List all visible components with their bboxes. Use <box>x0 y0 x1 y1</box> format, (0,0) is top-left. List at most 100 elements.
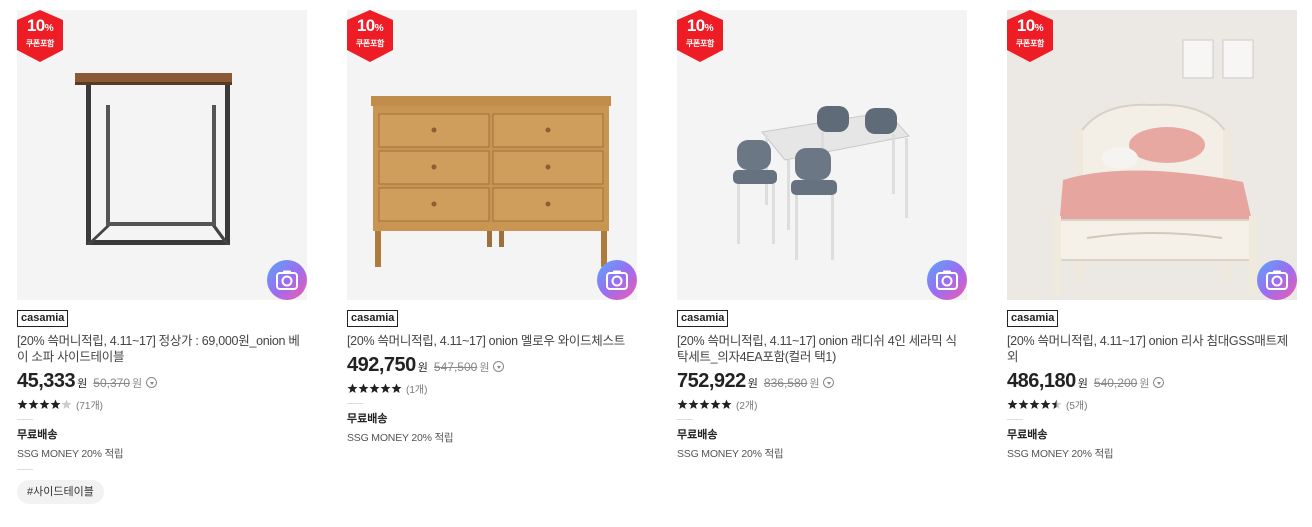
product-title[interactable]: [20% 쓱머니적립, 4.11~17] 정상가 : 69,000원_onion… <box>17 333 307 365</box>
original-price-unit: 원 <box>1139 378 1150 390</box>
sale-price: 45,333 <box>17 370 76 392</box>
original-price-unit: 원 <box>132 378 143 390</box>
coupon-badge: 10% 쿠폰포함 <box>347 10 393 62</box>
rating-stars <box>17 399 72 410</box>
price-unit: 원 <box>77 378 88 390</box>
star-icon <box>688 399 699 409</box>
star-icon <box>369 383 380 393</box>
brand-label[interactable]: casamia <box>17 310 69 327</box>
brand-label[interactable]: casamia <box>677 310 729 327</box>
review-count[interactable]: (71개) <box>76 397 103 412</box>
product-title[interactable]: [20% 쓱머니적립, 4.11~17] onion 래디쉬 4인 세라믹 식탁… <box>677 333 967 365</box>
review-count[interactable]: (2개) <box>736 397 757 412</box>
camera-icon <box>276 270 298 290</box>
star-icon <box>699 399 710 409</box>
product-grid: 10% 쿠폰포함 casamia [20% 쓱머니적립, 4.11~17] 정상… <box>17 10 1307 520</box>
product-card[interactable]: 10% 쿠폰포함 casamia [20% 쓱머니적립, 4.11~17] on… <box>1007 10 1297 461</box>
camera-button[interactable] <box>597 260 637 300</box>
star-icon <box>358 383 369 393</box>
price-row: 486,180 원 540,200 원 <box>1007 370 1297 394</box>
info-circle-icon[interactable] <box>1153 377 1165 388</box>
star-icon <box>380 383 391 393</box>
star-icon <box>721 399 732 409</box>
price-row: 752,922 원 836,580 원 <box>677 370 967 394</box>
star-icon <box>1007 399 1018 409</box>
brand-label[interactable]: casamia <box>347 310 399 327</box>
ssg-money-label: SSG MONEY 20% 적립 <box>677 448 784 460</box>
star-icon <box>1040 399 1051 409</box>
camera-button[interactable] <box>1257 260 1297 300</box>
sale-price: 486,180 <box>1007 370 1076 392</box>
divider <box>677 419 693 420</box>
star-icon <box>1018 399 1029 409</box>
star-icon <box>677 399 688 409</box>
rating-stars <box>1007 399 1062 410</box>
price-row: 492,750 원 547,500 원 <box>347 354 637 378</box>
product-image[interactable]: 10% 쿠폰포함 <box>347 10 637 300</box>
star-icon <box>50 399 61 409</box>
ssg-money-label: SSG MONEY 20% 적립 <box>347 432 454 444</box>
price-unit: 원 <box>747 378 758 390</box>
camera-icon <box>936 270 958 290</box>
original-price: 836,580 <box>763 376 808 390</box>
rating: (2개) <box>677 397 967 412</box>
product-card[interactable]: 10% 쿠폰포함 casamia [20% 쓱머니적립, 4.11~17] on… <box>677 10 967 461</box>
rating: (71개) <box>17 397 307 412</box>
camera-button[interactable] <box>927 260 967 300</box>
camera-button[interactable] <box>267 260 307 300</box>
camera-icon <box>1266 270 1288 290</box>
star-icon <box>347 383 358 393</box>
free-shipping-label: 무료배송 <box>17 429 58 441</box>
rating: (5개) <box>1007 397 1297 412</box>
price-unit: 원 <box>1077 378 1088 390</box>
star-icon <box>17 399 28 409</box>
review-count[interactable]: (5개) <box>1066 397 1087 412</box>
product-image[interactable]: 10% 쿠폰포함 <box>677 10 967 300</box>
coupon-label: 쿠폰포함 <box>25 39 55 48</box>
star-icon <box>28 399 39 409</box>
info-circle-icon[interactable] <box>823 377 835 388</box>
star-icon <box>1029 399 1040 409</box>
coupon-label: 쿠폰포함 <box>355 39 385 48</box>
review-count[interactable]: (1개) <box>406 381 427 396</box>
product-card[interactable]: 10% 쿠폰포함 casamia [20% 쓱머니적립, 4.11~17] on… <box>347 10 637 445</box>
coupon-label: 쿠폰포함 <box>1015 39 1045 48</box>
original-price: 547,500 <box>433 360 478 374</box>
product-card[interactable]: 10% 쿠폰포함 casamia [20% 쓱머니적립, 4.11~17] 정상… <box>17 10 307 504</box>
info-circle-icon[interactable] <box>146 377 158 388</box>
sale-price: 752,922 <box>677 370 746 392</box>
free-shipping-label: 무료배송 <box>677 429 718 441</box>
coupon-percent: 10 <box>686 16 705 35</box>
coupon-unit: % <box>374 23 384 34</box>
star-icon <box>391 383 402 393</box>
coupon-unit: % <box>1034 23 1044 34</box>
rating-stars <box>347 383 402 394</box>
coupon-percent: 10 <box>26 16 45 35</box>
divider <box>1007 419 1023 420</box>
coupon-badge: 10% 쿠폰포함 <box>677 10 723 62</box>
original-price-unit: 원 <box>809 378 820 390</box>
product-title[interactable]: [20% 쓱머니적립, 4.11~17] onion 리사 침대GSS매트제외 <box>1007 333 1297 365</box>
coupon-percent: 10 <box>1016 16 1035 35</box>
coupon-badge: 10% 쿠폰포함 <box>17 10 63 62</box>
star-icon <box>39 399 50 409</box>
product-image[interactable]: 10% 쿠폰포함 <box>17 10 307 300</box>
product-image[interactable]: 10% 쿠폰포함 <box>1007 10 1297 300</box>
product-title[interactable]: [20% 쓱머니적립, 4.11~17] onion 멜로우 와이드체스트 <box>347 333 637 349</box>
free-shipping-label: 무료배송 <box>1007 429 1048 441</box>
rating: (1개) <box>347 381 637 396</box>
hashtag-chip[interactable]: #사이드테이블 <box>17 480 104 504</box>
brand-label[interactable]: casamia <box>1007 310 1059 327</box>
star-icon <box>1051 399 1062 409</box>
camera-icon <box>606 270 628 290</box>
price-unit: 원 <box>417 362 428 374</box>
coupon-unit: % <box>44 23 54 34</box>
info-circle-icon[interactable] <box>493 361 505 372</box>
sale-price: 492,750 <box>347 354 416 376</box>
ssg-money-label: SSG MONEY 20% 적립 <box>1007 448 1114 460</box>
divider <box>17 469 33 470</box>
ssg-money-label: SSG MONEY 20% 적립 <box>17 448 124 460</box>
coupon-badge: 10% 쿠폰포함 <box>1007 10 1053 62</box>
divider <box>347 403 363 404</box>
star-icon <box>710 399 721 409</box>
